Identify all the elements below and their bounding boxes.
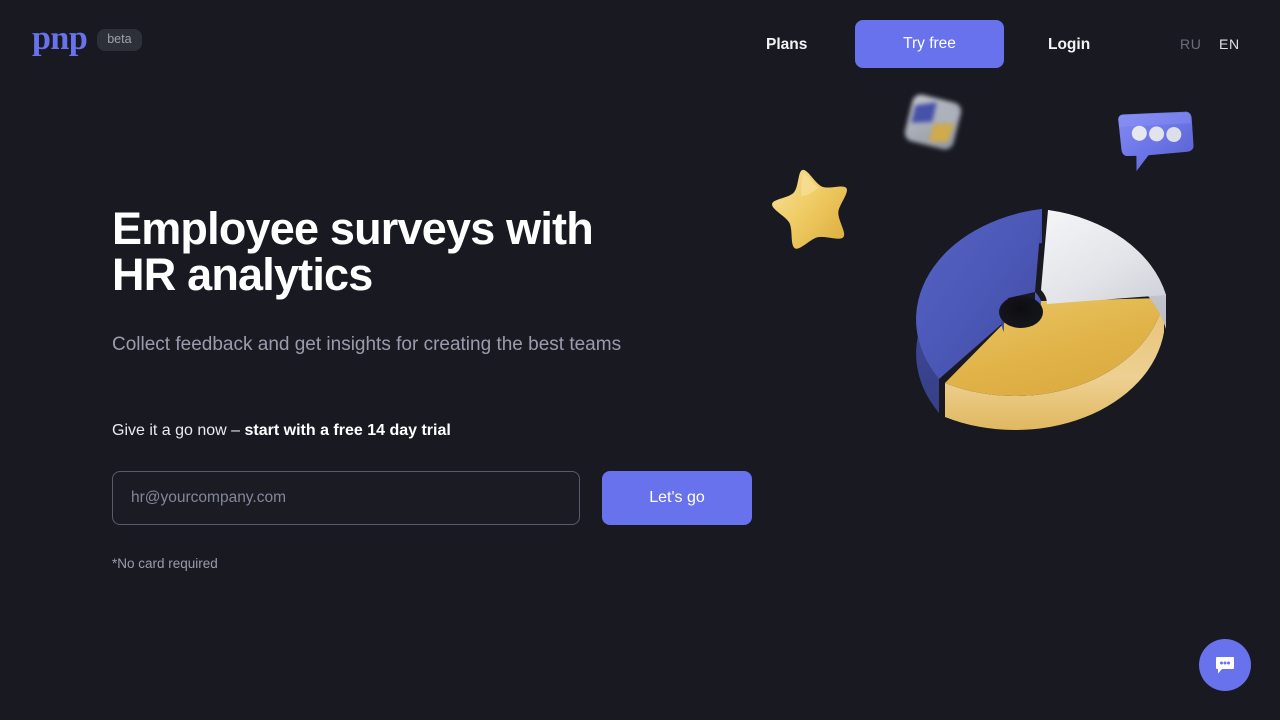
star-icon xyxy=(764,162,858,256)
no-card-note: *No card required xyxy=(112,556,218,571)
try-free-button[interactable]: Try free xyxy=(855,20,1004,68)
trial-callout: Give it a go now – start with a free 14 … xyxy=(112,420,451,442)
cube-icon xyxy=(896,88,970,156)
chat-widget-button[interactable] xyxy=(1199,639,1251,691)
chat-bubble-icon xyxy=(1216,657,1234,674)
nav-link-login[interactable]: Login xyxy=(1048,36,1090,54)
landing-page: pnp beta Plans Try free Login RU EN Empl… xyxy=(0,0,1280,720)
brand-logo[interactable]: pnp beta xyxy=(32,22,142,56)
pie-center-hole xyxy=(999,296,1043,328)
language-switch-ru[interactable]: RU xyxy=(1180,36,1201,52)
pie-chart-svg xyxy=(916,209,1166,431)
nav-link-plans[interactable]: Plans xyxy=(766,36,807,54)
email-input[interactable] xyxy=(112,471,580,525)
language-switch-en[interactable]: EN xyxy=(1219,36,1240,52)
trial-callout-bold: start with a free 14 day trial xyxy=(244,422,451,439)
logo-text: pnp xyxy=(32,20,88,57)
trial-callout-prefix: Give it a go now – xyxy=(112,422,245,439)
beta-badge: beta xyxy=(97,29,142,51)
hero-subtitle: Collect feedback and get insights for cr… xyxy=(112,334,622,355)
page-title: Employee surveys with HR analytics xyxy=(112,203,594,300)
speech-bubble-icon xyxy=(1110,98,1202,176)
site-header: pnp beta Plans Try free Login RU EN xyxy=(0,0,1280,88)
lets-go-button[interactable]: Let's go xyxy=(602,471,752,525)
hero-pie-chart xyxy=(862,180,1172,455)
